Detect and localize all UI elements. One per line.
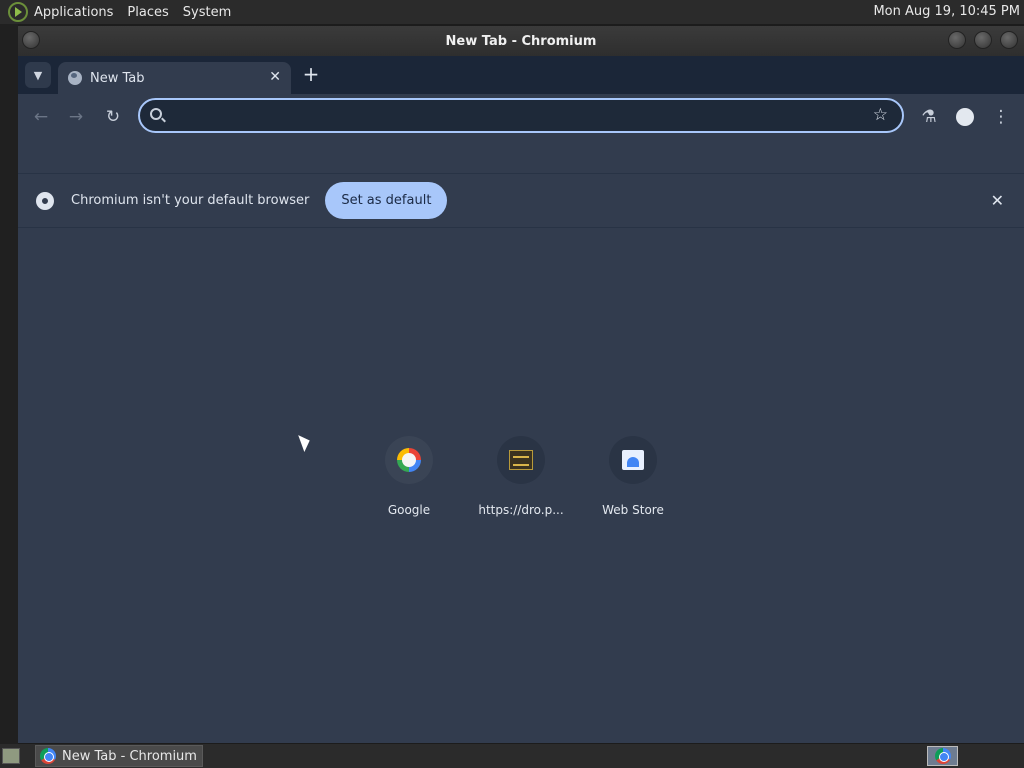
experiments-button[interactable]: ⚗ [917, 105, 941, 129]
taskbar-window-label: New Tab - Chromium [62, 748, 197, 764]
bookmark-bar [18, 140, 1024, 174]
google-icon [397, 448, 421, 472]
set-as-default-button[interactable]: Set as default [325, 182, 448, 219]
shortcut-label: Web Store [602, 503, 664, 517]
browser-toolbar: ← → ↻ ☆ ⚗ ⋮ [18, 94, 1024, 140]
workspace-chromium-icon [934, 748, 951, 764]
search-icon [150, 108, 162, 120]
mouse-cursor-icon [298, 432, 313, 452]
taskbar-window-button[interactable]: New Tab - Chromium [35, 745, 203, 767]
chromium-logo-icon [36, 191, 54, 210]
bottom-panel: New Tab - Chromium [0, 744, 1024, 768]
chevron-down-icon: ▼ [33, 68, 43, 82]
tab-search-button[interactable]: ▼ [25, 62, 51, 88]
workspace-switcher[interactable] [927, 746, 958, 766]
forward-button[interactable]: → [64, 105, 88, 129]
reload-icon: ↻ [105, 107, 121, 127]
shortcut-tile-dro[interactable]: https://dro.p... [465, 436, 577, 526]
globe-icon [68, 71, 82, 85]
window-menu-button[interactable] [22, 31, 40, 49]
tab-new-tab[interactable]: New Tab ✕ [58, 62, 291, 94]
plus-icon: + [302, 62, 320, 86]
desktop-edge [0, 24, 18, 744]
panel-clock[interactable]: Mon Aug 19, 10:45 PM [873, 4, 1020, 19]
kebab-menu-icon: ⋮ [992, 107, 1010, 127]
distro-logo-icon[interactable] [8, 2, 28, 22]
tab-close-icon[interactable]: ✕ [269, 69, 281, 85]
more-menu-button[interactable]: ⋮ [989, 105, 1013, 129]
default-browser-infobar: Chromium isn't your default browser Set … [18, 174, 1024, 228]
arrow-right-icon: → [68, 107, 84, 127]
shortcut-icon-wrap [609, 436, 657, 484]
tab-label: New Tab [90, 70, 145, 86]
system-menu[interactable]: System [183, 5, 231, 20]
top-panel: Applications Places System Mon Aug 19, 1… [0, 0, 1024, 24]
places-menu[interactable]: Places [127, 5, 168, 20]
bookmark-star-icon[interactable]: ☆ [873, 105, 888, 125]
shortcut-tile-google[interactable]: Google [353, 436, 465, 526]
address-bar[interactable]: ☆ [138, 98, 904, 133]
shortcut-icon-wrap [497, 436, 545, 484]
browser-window: New Tab - Chromium ▼ New Tab ✕ + ← → ↻ ☆… [18, 26, 1024, 743]
close-window-button[interactable] [1000, 31, 1018, 49]
new-tab-page: Google https://dro.p... Web Store [18, 228, 1024, 739]
window-titlebar[interactable]: New Tab - Chromium [18, 26, 1024, 56]
infobar-close-icon[interactable]: ✕ [991, 191, 1004, 210]
chromium-icon [40, 748, 56, 764]
site-favicon-icon [509, 450, 533, 470]
web-store-icon [622, 450, 644, 470]
flask-icon: ⚗ [921, 107, 937, 127]
maximize-button[interactable] [974, 31, 992, 49]
tab-strip: ▼ New Tab ✕ + [18, 56, 1024, 94]
window-title: New Tab - Chromium [445, 33, 597, 49]
shortcut-icon-wrap [385, 436, 433, 484]
reload-button[interactable]: ↻ [101, 105, 125, 129]
profile-avatar-icon [956, 108, 974, 126]
arrow-left-icon: ← [33, 107, 49, 127]
minimize-button[interactable] [948, 31, 966, 49]
applications-menu[interactable]: Applications [34, 5, 113, 20]
shortcut-tile-web-store[interactable]: Web Store [577, 436, 689, 526]
shortcut-label: Google [387, 503, 431, 517]
shortcut-label: https://dro.p... [478, 503, 564, 517]
infobar-message: Chromium isn't your default browser [71, 193, 310, 208]
profile-button[interactable] [953, 105, 977, 129]
new-tab-button[interactable]: + [300, 62, 322, 86]
show-desktop-icon[interactable] [2, 748, 20, 764]
back-button[interactable]: ← [29, 105, 53, 129]
